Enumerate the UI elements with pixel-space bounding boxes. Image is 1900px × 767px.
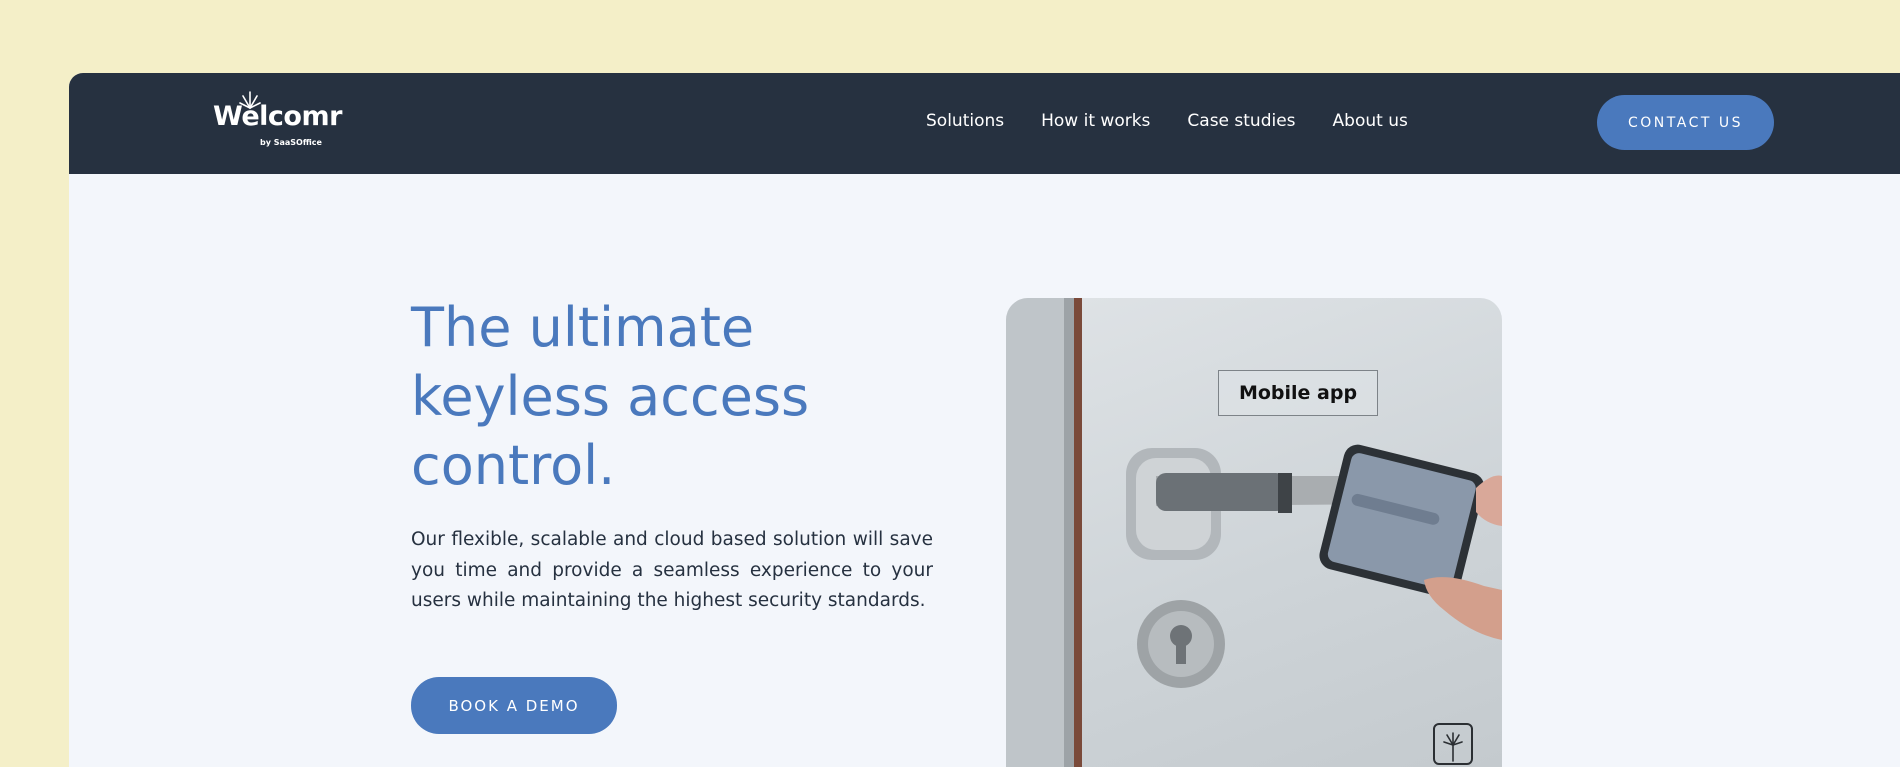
hero-headline: The ultimate keyless access control. [411,296,810,497]
nav-solutions[interactable]: Solutions [926,111,1004,131]
nav-about-us[interactable]: About us [1333,111,1408,131]
hero-photo: Mobile app [1006,298,1502,767]
welcomr-app-icon [1433,723,1473,765]
logo-wordmark: Welcomr [213,101,342,132]
top-navbar: Welcomr by SaaSOffice Solutions How it w… [69,73,1900,174]
contact-us-button[interactable]: CONTACT US [1597,95,1774,150]
welcomr-logo[interactable]: Welcomr by SaaSOffice [213,91,353,155]
logo-byline: by SaaSOffice [260,138,322,147]
app-burst-icon [1443,732,1463,762]
mobile-app-label: Mobile app [1218,370,1378,416]
door-handle-illustration [1006,298,1502,767]
site-frame: Welcomr by SaaSOffice Solutions How it w… [69,73,1900,767]
nav-case-studies[interactable]: Case studies [1187,111,1295,131]
hero-description: Our flexible, scalable and cloud based s… [411,529,933,611]
book-demo-button[interactable]: BOOK A DEMO [411,677,617,734]
nav-how-it-works[interactable]: How it works [1041,111,1150,131]
main-nav: Solutions How it works Case studies Abou… [926,111,1445,131]
